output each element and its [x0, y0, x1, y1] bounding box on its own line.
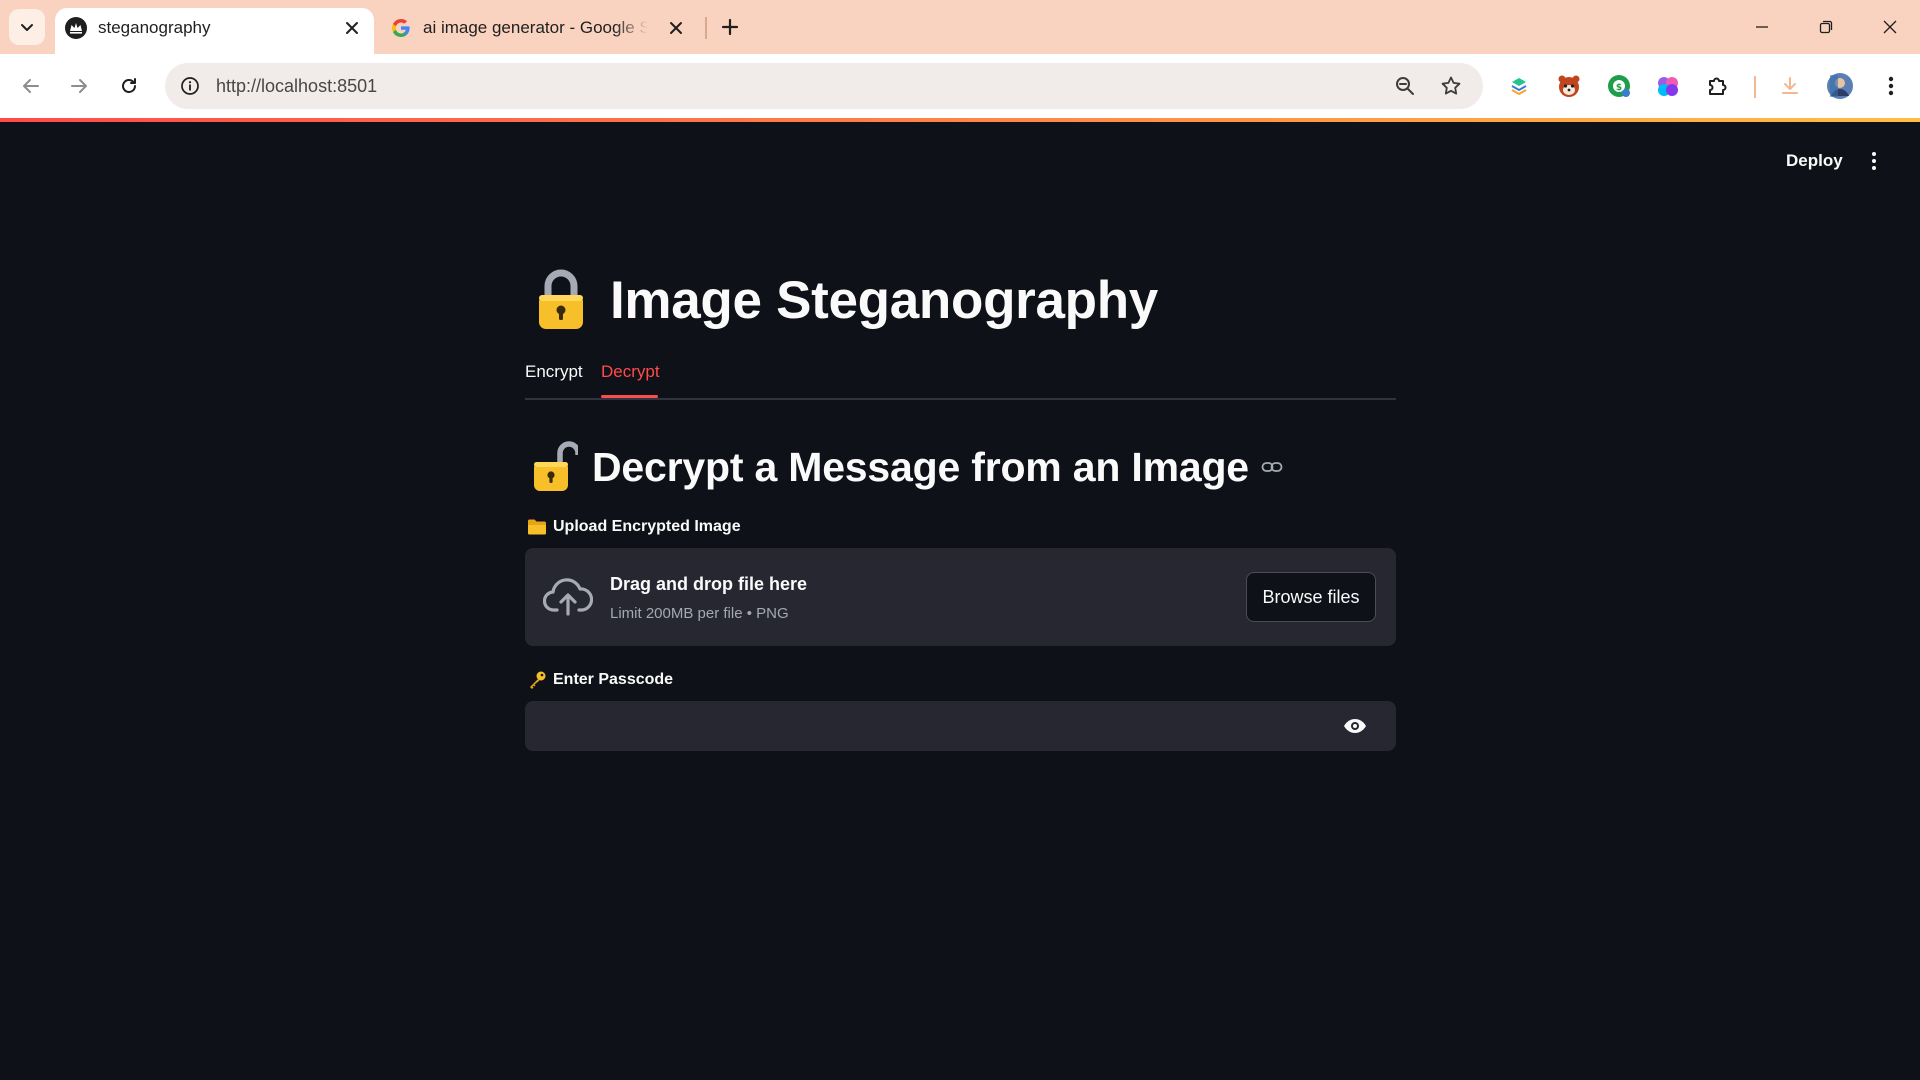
download-icon[interactable] [1774, 70, 1806, 102]
back-arrow-icon [23, 79, 39, 93]
brain-extension-icon[interactable] [1652, 70, 1684, 102]
locked-padlock-icon [539, 269, 583, 329]
forward-button[interactable] [61, 68, 97, 104]
app-main: Deploy Image Steganography Encrypt Decry… [0, 122, 1920, 1080]
browser-tab-steganography[interactable]: steganography [55, 8, 374, 54]
url-text: http://localhost:8501 [216, 76, 378, 96]
zoom-icon[interactable] [1391, 72, 1419, 100]
bookmark-star-icon[interactable] [1437, 72, 1465, 100]
streamlit-crown-favicon-icon [65, 17, 87, 39]
section-header: Decrypt a Message from an Image [592, 443, 1249, 490]
dropzone-title: Drag and drop file here [610, 574, 808, 594]
new-tab-button[interactable] [714, 11, 746, 43]
tab-list: Encrypt Decrypt [525, 350, 1396, 400]
tab-separator [705, 17, 707, 39]
svg-text:$: $ [1616, 83, 1622, 93]
active-tab-indicator [601, 395, 658, 398]
unlocked-padlock-icon [534, 441, 578, 491]
key-icon [527, 670, 547, 690]
browser-toolbar: http://localhost:8501 $ [0, 54, 1920, 118]
forward-arrow-icon [71, 79, 87, 93]
upload-label-text: Upload Encrypted Image [553, 518, 741, 535]
extension-3-icon[interactable]: $ [1603, 70, 1635, 102]
close-tab-icon[interactable] [662, 14, 690, 42]
site-info-icon[interactable] [177, 73, 203, 99]
chevron-down-icon [21, 24, 33, 31]
tab-title: ai image generator - Google Search [423, 18, 648, 37]
page-title-row: Image Steganography [530, 260, 1158, 340]
folder-icon [527, 517, 547, 537]
browser-tab-google-search[interactable]: ai image generator - Google Search [380, 8, 698, 54]
tab-encrypt[interactable]: Encrypt [525, 362, 583, 382]
toolbar-separator [1754, 76, 1756, 98]
restore-icon [1819, 20, 1833, 34]
red-panda-extension-icon[interactable] [1553, 70, 1585, 102]
tab-decrypt[interactable]: Decrypt [601, 362, 660, 382]
tab-title: steganography [98, 18, 211, 37]
close-window-button[interactable] [1866, 6, 1914, 48]
deploy-button[interactable]: Deploy [1772, 142, 1857, 180]
tab-search-button[interactable] [9, 9, 45, 45]
file-dropzone[interactable]: Drag and drop file here Limit 200MB per … [525, 548, 1396, 646]
puzzle-extensions-icon[interactable] [1702, 70, 1734, 102]
close-tab-icon[interactable] [338, 14, 366, 42]
kebab-menu-icon [1872, 152, 1876, 170]
close-icon [1883, 20, 1897, 34]
passcode-input[interactable] [525, 701, 1325, 751]
address-bar[interactable]: http://localhost:8501 [165, 63, 1483, 109]
page-title: Image Steganography [610, 270, 1158, 330]
cloud-upload-icon [543, 578, 593, 616]
plus-icon [721, 18, 739, 36]
link-icon[interactable] [1259, 454, 1285, 480]
upload-label: Upload Encrypted Image [527, 515, 741, 539]
main-menu-button[interactable] [1856, 142, 1892, 180]
profile-avatar[interactable] [1824, 70, 1856, 102]
reload-icon [122, 78, 136, 93]
google-favicon-icon [390, 17, 412, 39]
minimize-button[interactable] [1738, 6, 1786, 48]
reload-button[interactable] [111, 68, 147, 104]
kebab-menu-icon[interactable] [1875, 70, 1907, 102]
dropzone-limit-text: Limit 200MB per file • PNG [610, 605, 789, 622]
eye-icon [1344, 719, 1366, 733]
section-header-row: Decrypt a Message from an Image [530, 437, 1285, 497]
minimize-icon [1756, 26, 1768, 28]
restore-button[interactable] [1802, 6, 1850, 48]
extension-1-icon[interactable] [1503, 70, 1535, 102]
browse-files-button[interactable]: Browse files [1246, 572, 1376, 622]
passcode-label-text: Enter Passcode [553, 671, 674, 688]
passcode-field[interactable] [525, 701, 1396, 751]
passcode-label: Enter Passcode [527, 668, 673, 692]
show-password-toggle[interactable] [1339, 711, 1371, 741]
back-button[interactable] [13, 68, 49, 104]
browser-tabstrip: steganography ai image generator - Googl… [0, 0, 1920, 54]
